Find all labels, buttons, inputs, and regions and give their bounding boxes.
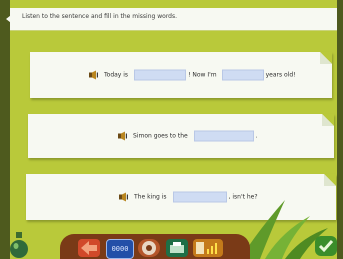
- printer-icon: [170, 242, 184, 253]
- volume-dial-button[interactable]: [138, 239, 160, 257]
- speaker-icon[interactable]: [119, 192, 129, 202]
- left-frame: [0, 0, 10, 259]
- counter-display: 0000: [111, 245, 129, 253]
- checkmark-icon: [318, 240, 334, 253]
- answer-blank[interactable]: [221, 69, 264, 81]
- answer-blank[interactable]: [193, 130, 254, 142]
- arrow-icon: [81, 241, 97, 255]
- instruction-text: Listen to the sentence and fill in the m…: [22, 13, 178, 20]
- sentence-card-2: Simon goes to the .: [28, 114, 334, 158]
- sentence-row-2: Simon goes to the .: [118, 130, 258, 142]
- counter-button[interactable]: 0000: [106, 239, 134, 259]
- check-button[interactable]: [315, 236, 337, 256]
- print-button[interactable]: [166, 239, 188, 257]
- speaker-icon[interactable]: [89, 70, 99, 80]
- sentence-text: The king is: [134, 193, 167, 201]
- answer-blank[interactable]: [134, 69, 187, 81]
- sentence-text: years old!: [265, 71, 296, 79]
- sentence-row-1: Today is ! Now I'm years old!: [89, 69, 296, 81]
- exercise-screen: Listen to the sentence and fill in the m…: [0, 0, 343, 259]
- right-frame: [337, 0, 343, 259]
- potion-bottle-icon[interactable]: [8, 232, 30, 258]
- sentence-card-1: Today is ! Now I'm years old!: [30, 52, 332, 98]
- sentence-text: ! Now I'm: [188, 71, 217, 79]
- dial-icon: [142, 241, 156, 255]
- answer-blank[interactable]: [172, 191, 227, 203]
- bar-chart-icon: [196, 242, 217, 254]
- speaker-icon[interactable]: [118, 131, 128, 141]
- sentence-text: Simon goes to the: [133, 132, 188, 140]
- sentence-text: Today is: [104, 71, 129, 79]
- stats-button[interactable]: [193, 239, 223, 257]
- back-arrow-button[interactable]: [78, 239, 100, 257]
- sentence-text: .: [255, 132, 258, 140]
